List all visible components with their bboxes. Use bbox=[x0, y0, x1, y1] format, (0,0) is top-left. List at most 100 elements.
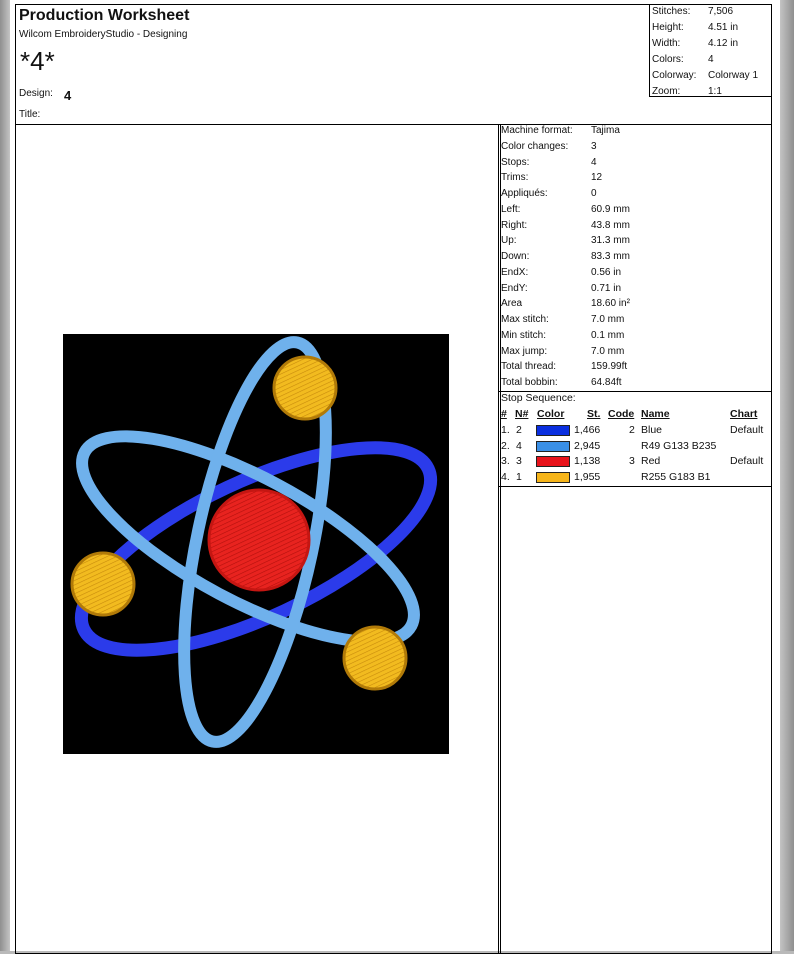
summary-label: Height: bbox=[652, 22, 684, 33]
stat-value: 4 bbox=[591, 156, 597, 168]
color-swatch bbox=[536, 471, 570, 483]
design-label: Design: bbox=[19, 88, 53, 99]
stat-label: Area bbox=[501, 298, 523, 310]
nucleus bbox=[207, 488, 311, 592]
stat-row: Max jump: 7.0 mm bbox=[501, 346, 681, 360]
seq-stitches: 2,945 bbox=[574, 439, 601, 452]
stat-row: Total thread: 159.99ft bbox=[501, 361, 681, 375]
seq-name: Red bbox=[641, 455, 661, 467]
col-header-code: Code bbox=[608, 408, 635, 420]
summary-row: Zoom: 1:1 bbox=[652, 86, 770, 100]
stat-value: 60.9 mm bbox=[591, 203, 630, 215]
col-header-color: Color bbox=[537, 408, 565, 420]
stat-label: Max jump: bbox=[501, 345, 548, 357]
stat-label: Total thread: bbox=[501, 361, 557, 373]
seq-needle: 3 bbox=[516, 455, 522, 467]
stat-row: Min stitch: 0.1 mm bbox=[501, 330, 681, 344]
summary-label: Stitches: bbox=[652, 6, 691, 17]
title-label: Title: bbox=[19, 109, 41, 120]
seq-chart: Default bbox=[730, 455, 764, 467]
stat-value: 159.99ft bbox=[591, 361, 628, 373]
seq-name: R255 G183 B1 bbox=[641, 470, 711, 483]
color-swatch bbox=[536, 425, 570, 436]
summary-value: 4.51 in bbox=[708, 22, 739, 33]
stat-label: Up: bbox=[501, 235, 517, 247]
stat-row: EndY: 0.71 in bbox=[501, 283, 681, 297]
stat-value: 31.3 mm bbox=[591, 235, 630, 247]
summary-row: Width: 4.12 in bbox=[652, 38, 770, 52]
col-header-chart: Chart bbox=[730, 408, 758, 420]
stat-value: Tajima bbox=[591, 125, 620, 136]
seq-needle: 4 bbox=[516, 439, 522, 452]
stat-row: Trims: 12 bbox=[501, 172, 681, 186]
color-swatch bbox=[536, 440, 570, 452]
seq-name: R49 G133 B235 bbox=[641, 439, 717, 452]
seq-stitches: 1,138 bbox=[574, 455, 601, 467]
stat-label: Left: bbox=[501, 203, 521, 215]
stat-label: Stops: bbox=[501, 156, 530, 168]
electron-left bbox=[70, 551, 136, 617]
design-preview bbox=[63, 334, 449, 754]
stat-label: Down: bbox=[501, 251, 530, 262]
stat-label: Appliqués: bbox=[501, 188, 548, 199]
stat-label: Right: bbox=[501, 219, 528, 231]
design-value: 4 bbox=[64, 88, 72, 103]
stat-row: Stops: 4 bbox=[501, 157, 681, 171]
stat-label: Total bobbin: bbox=[501, 377, 558, 388]
viewer-left-shadow bbox=[0, 0, 10, 951]
summary-row: Height: 4.51 in bbox=[652, 22, 770, 36]
stat-label: Color changes: bbox=[501, 140, 569, 152]
stat-row: Left: 60.9 mm bbox=[501, 204, 681, 218]
col-header-n: N# bbox=[515, 408, 529, 420]
seq-stitches: 1,955 bbox=[574, 470, 601, 483]
col-header-st: St. bbox=[587, 408, 601, 420]
stat-row: Down: 83.3 mm bbox=[501, 251, 681, 265]
stat-row: Up: 31.3 mm bbox=[501, 235, 681, 249]
application-name: Wilcom EmbroideryStudio - Designing bbox=[19, 29, 188, 40]
right-lower-box bbox=[498, 486, 772, 954]
stat-value: 64.84ft bbox=[591, 377, 622, 388]
summary-row: Colorway: Colorway 1 bbox=[652, 70, 770, 84]
stat-value: 43.8 mm bbox=[591, 219, 630, 231]
stat-row: Right: 43.8 mm bbox=[501, 220, 681, 234]
stat-value: 0 bbox=[591, 188, 597, 199]
stat-value: 7.0 mm bbox=[591, 314, 625, 325]
viewer-right-shadow bbox=[780, 0, 794, 951]
design-big-name: *4* bbox=[20, 46, 55, 76]
seq-chart: Default bbox=[730, 424, 764, 436]
stat-label: Trims: bbox=[501, 172, 529, 184]
summary-value: 4.12 in bbox=[708, 38, 739, 49]
summary-row: Colors: 4 bbox=[652, 54, 770, 68]
stat-label: Max stitch: bbox=[501, 314, 549, 325]
stat-value: 7.0 mm bbox=[591, 345, 625, 357]
seq-code: 3 bbox=[629, 455, 635, 467]
electron-right bbox=[342, 625, 408, 691]
stat-label: Machine format: bbox=[501, 125, 573, 136]
summary-label: Colors: bbox=[652, 54, 684, 65]
stat-row: EndX: 0.56 in bbox=[501, 267, 681, 281]
stat-row: Appliqués: 0 bbox=[501, 188, 681, 202]
stat-value: 0.1 mm bbox=[591, 329, 625, 341]
seq-num: 2. bbox=[501, 439, 510, 452]
seq-needle: 1 bbox=[516, 470, 522, 483]
summary-label: Colorway: bbox=[652, 70, 697, 81]
seq-code: 2 bbox=[629, 424, 635, 436]
seq-stitches: 1,466 bbox=[574, 424, 601, 436]
stat-row: Total bobbin: 64.84ft bbox=[501, 377, 681, 391]
stat-row: Max stitch: 7.0 mm bbox=[501, 314, 681, 328]
stat-row: Area 18.60 in² bbox=[501, 298, 681, 312]
stat-value: 3 bbox=[591, 140, 597, 152]
summary-value: 1:1 bbox=[708, 86, 722, 97]
summary-value: 4 bbox=[708, 54, 714, 65]
summary-row: Stitches: 7,506 bbox=[652, 6, 770, 20]
summary-label: Zoom: bbox=[652, 86, 681, 97]
stat-row: Color changes: 3 bbox=[501, 141, 681, 155]
col-header-name: Name bbox=[641, 408, 670, 420]
atom-design-image bbox=[63, 334, 449, 754]
seq-num: 3. bbox=[501, 455, 510, 467]
stat-label: Min stitch: bbox=[501, 329, 547, 341]
stat-value: 0.71 in bbox=[591, 282, 622, 294]
stat-value: 18.60 in² bbox=[591, 298, 630, 310]
col-header-num: # bbox=[501, 408, 507, 420]
stat-label: EndX: bbox=[501, 266, 529, 278]
